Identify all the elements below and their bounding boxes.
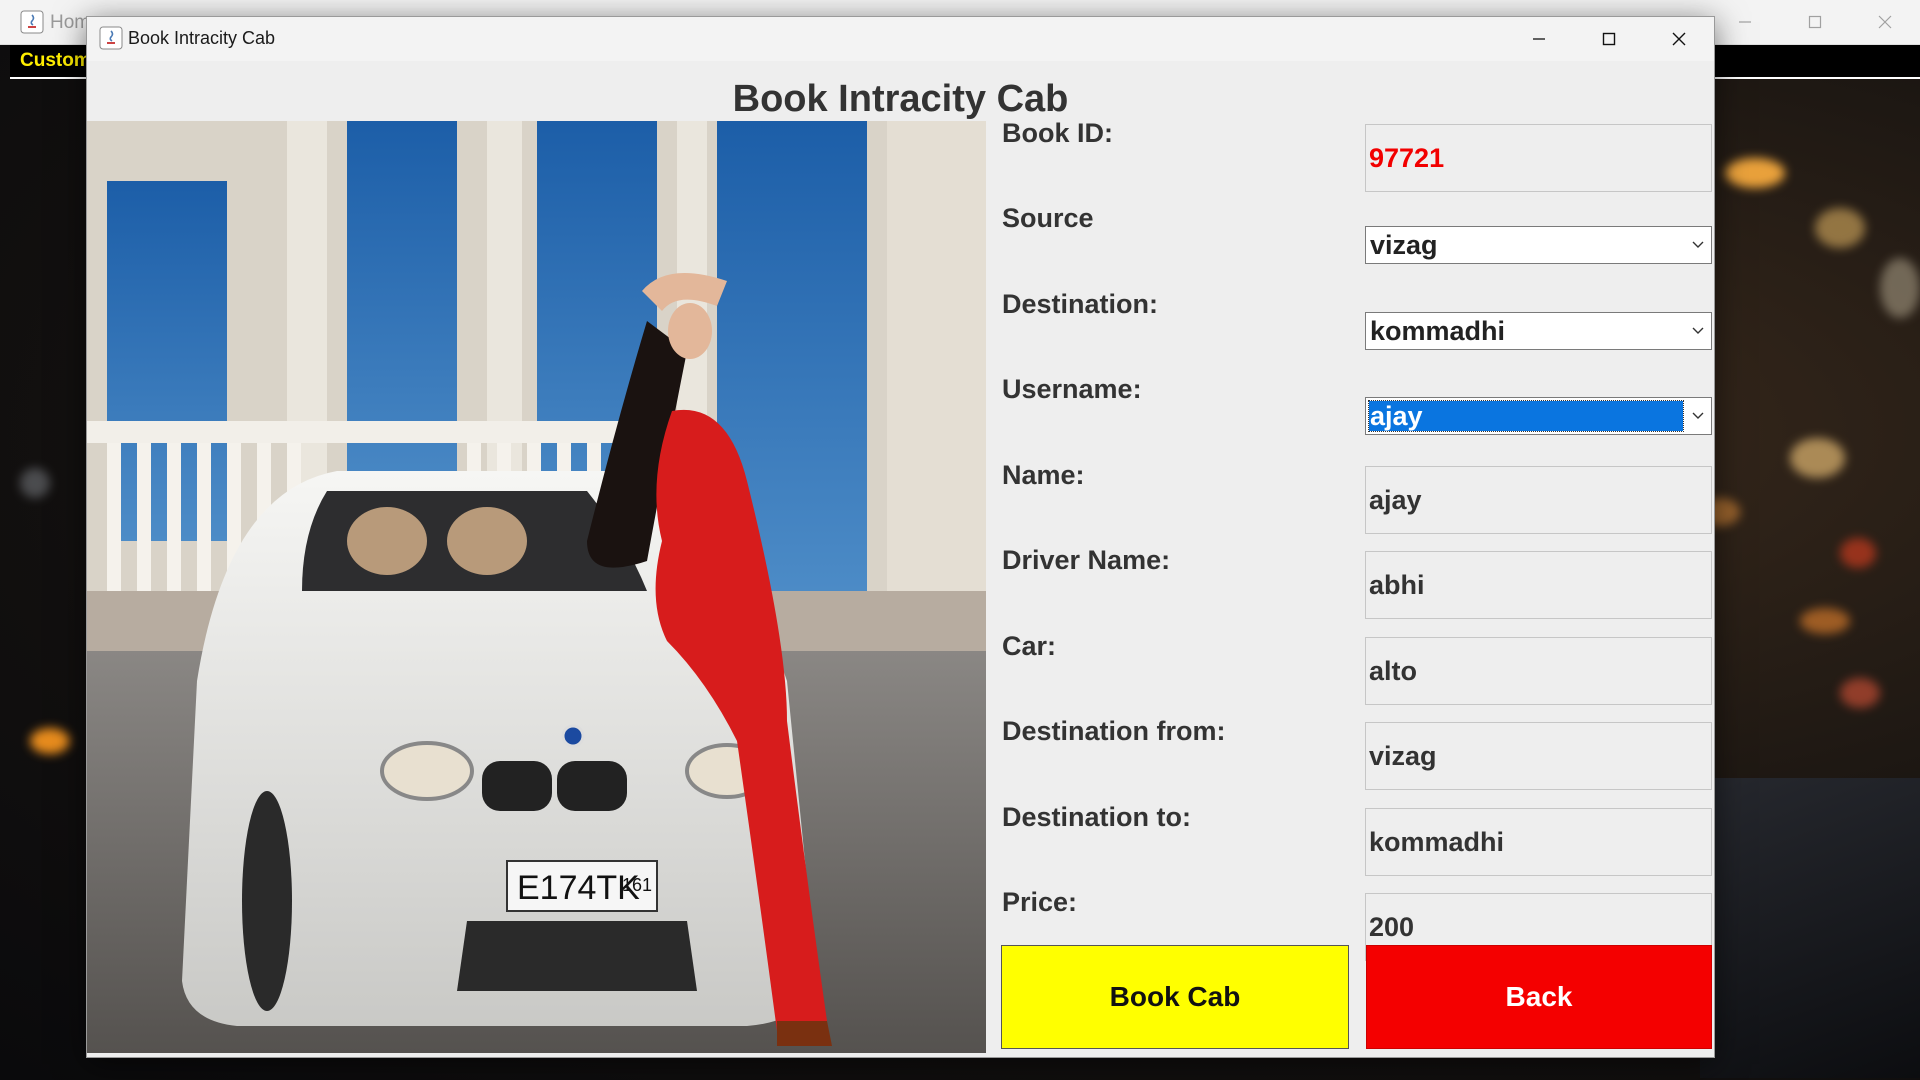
close-icon [1672, 32, 1686, 46]
close-icon [1878, 15, 1892, 29]
username-label: Username: [1002, 374, 1142, 404]
book-id-label: Book ID: [1002, 118, 1113, 148]
minimize-icon [1533, 38, 1545, 40]
price-label: Price: [1002, 887, 1078, 917]
destination-to-label: Destination to: [1002, 802, 1191, 832]
destination-select[interactable]: kommadhi [1365, 312, 1712, 350]
java-app-icon [20, 10, 44, 34]
java-app-icon [99, 26, 123, 50]
minimize-button[interactable] [1504, 17, 1574, 61]
destination-from-label: Destination from: [1002, 716, 1226, 746]
maximize-button[interactable] [1574, 17, 1644, 61]
maximize-icon [1602, 32, 1616, 46]
chevron-down-icon[interactable] [1685, 227, 1711, 263]
destination-select-value: kommadhi [1370, 316, 1506, 346]
book-id-field: 97721 [1365, 124, 1712, 192]
parent-close-button[interactable] [1850, 0, 1920, 44]
close-button[interactable] [1644, 17, 1714, 61]
chevron-down-icon[interactable] [1685, 398, 1711, 434]
parent-minimize-button[interactable] [1710, 0, 1780, 44]
maximize-icon [1808, 15, 1822, 29]
username-select-value: ajay [1368, 400, 1684, 432]
book-cab-button[interactable]: Book Cab [1001, 945, 1349, 1049]
license-plate-region: 161 [622, 875, 652, 895]
source-label: Source [1002, 203, 1094, 233]
destination-from-field: vizag [1365, 722, 1712, 790]
name-label: Name: [1002, 460, 1085, 490]
car-promo-image: E174TK 161 [87, 121, 986, 1053]
destination-label: Destination: [1002, 289, 1159, 319]
driver-name-label: Driver Name: [1002, 545, 1171, 575]
dialog-title: Book Intracity Cab [128, 28, 276, 48]
username-select[interactable]: ajay [1365, 397, 1712, 435]
parent-maximize-button[interactable] [1780, 0, 1850, 44]
chevron-down-icon[interactable] [1685, 313, 1711, 349]
car-label: Car: [1002, 631, 1057, 661]
book-cab-dialog: Book Intracity Cab Book Intracity Cab E1… [86, 16, 1715, 1058]
car-field: alto [1365, 637, 1712, 705]
minimize-icon [1739, 21, 1751, 23]
driver-name-field: abhi [1365, 551, 1712, 619]
name-field: ajay [1365, 466, 1712, 534]
source-select-value: vizag [1370, 230, 1438, 260]
destination-to-field: kommadhi [1365, 808, 1712, 876]
dialog-titlebar: Book Intracity Cab [87, 17, 1714, 61]
source-select[interactable]: vizag [1365, 226, 1712, 264]
back-button[interactable]: Back [1366, 945, 1712, 1049]
